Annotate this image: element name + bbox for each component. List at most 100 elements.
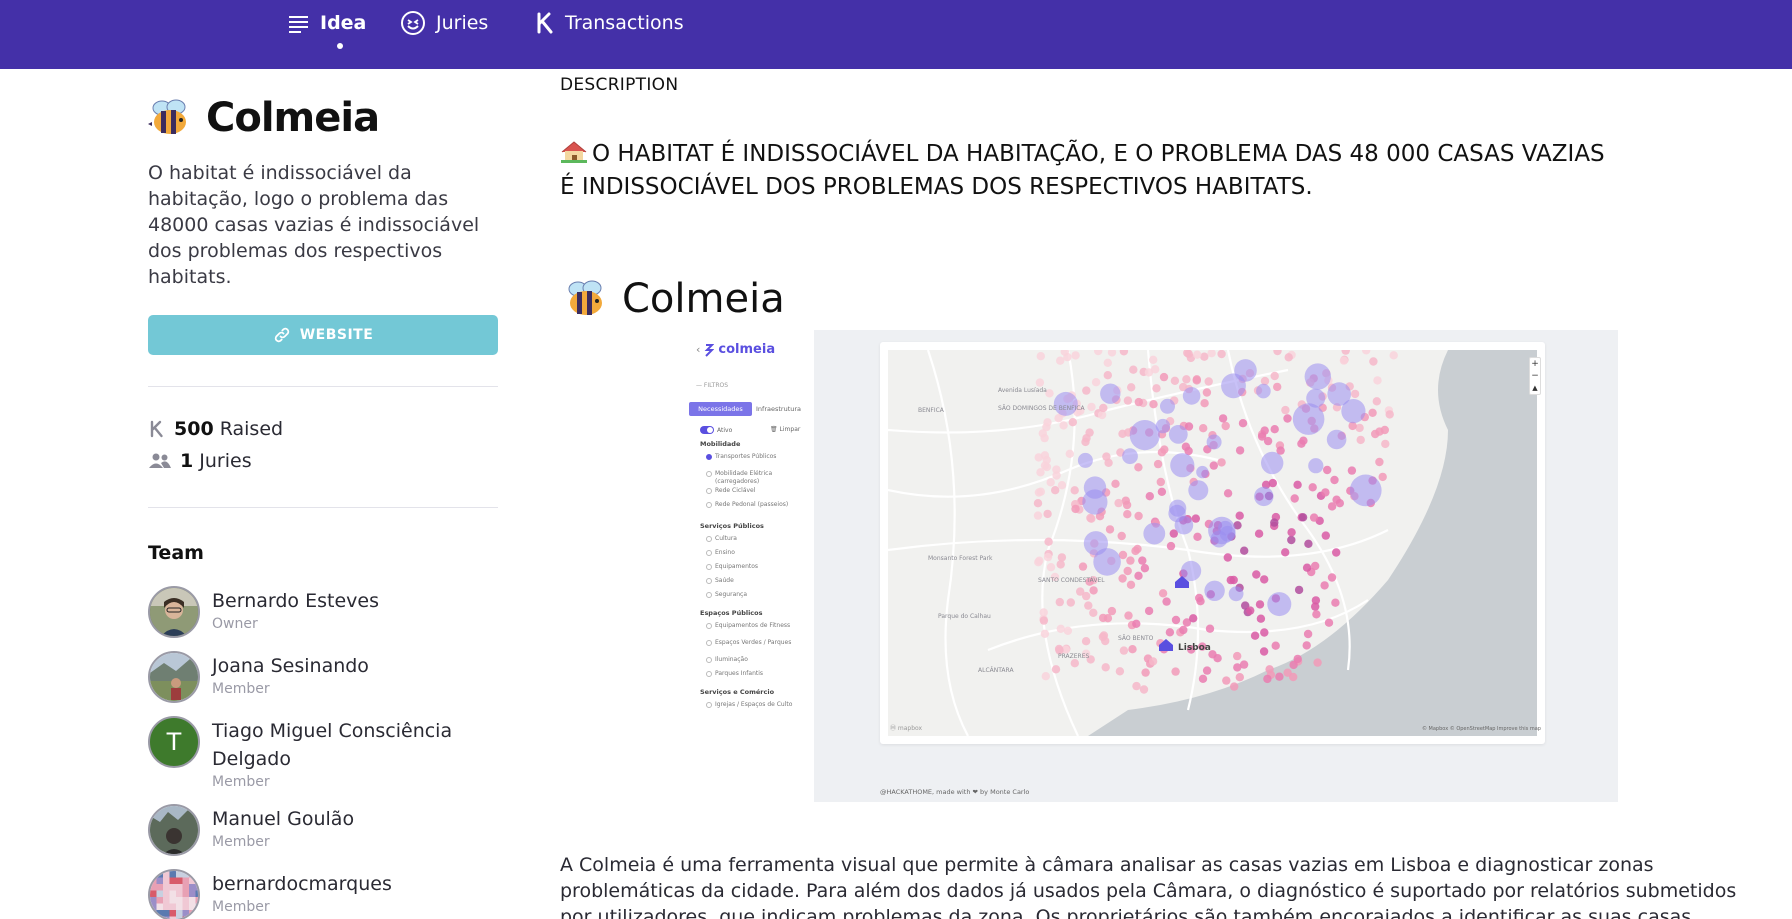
hex-bin <box>1199 424 1208 433</box>
hex-bin <box>1204 377 1213 386</box>
map-label: Monsanto Forest Park <box>928 555 993 562</box>
hex-bin <box>1134 397 1143 407</box>
nav-tab-idea[interactable]: Idea <box>288 8 366 38</box>
team-member[interactable]: T Tiago Miguel Consciência Delgado Membe… <box>148 716 502 791</box>
cluster-circle <box>1129 420 1160 451</box>
zoom-in-button: + <box>1531 359 1539 369</box>
team-member[interactable]: Joana Sesinando Member <box>148 651 369 703</box>
filter-option-label: Igrejas / Espaços de Culto <box>715 701 793 708</box>
cluster-circle <box>1292 403 1325 435</box>
hex-bin <box>1103 358 1112 367</box>
member-role: Member <box>212 774 270 790</box>
hex-bin <box>1303 629 1313 639</box>
hex-bin <box>1039 616 1049 625</box>
hex-bin <box>1089 608 1098 617</box>
hex-bin <box>1063 626 1073 635</box>
radio-icon <box>706 564 712 570</box>
hex-bin <box>1260 575 1269 584</box>
hex-bin <box>1033 511 1043 520</box>
hex-bin <box>1205 624 1215 633</box>
hex-bin <box>1139 685 1149 694</box>
hex-bin <box>1103 371 1112 380</box>
hex-bin <box>1235 511 1244 520</box>
map-attribution: © Mapbox © OpenStreetMap Improve this ma… <box>1421 726 1541 732</box>
filter-option-label: Saúde <box>715 577 734 584</box>
member-role: Member <box>212 899 270 915</box>
filter-option-label: Ensino <box>715 549 735 556</box>
hex-bin <box>1131 546 1140 556</box>
cluster-circle <box>1160 398 1175 414</box>
hex-bin <box>1046 478 1055 487</box>
hex-bin <box>1046 563 1056 572</box>
active-tab-indicator <box>337 43 343 49</box>
team-member[interactable]: bernardocmarques Member <box>148 869 392 919</box>
filter-option: Transportes Públicos <box>706 453 806 461</box>
nav-tab-juries[interactable]: Juries <box>400 8 488 38</box>
description-label: DESCRIPTION <box>560 75 679 95</box>
app-screenshot: ‹ colmeia — FILTROS Necessidades Infraes… <box>686 330 1618 802</box>
hex-bin <box>1339 356 1349 365</box>
filter-group-title: Serviços e Comércio <box>700 688 775 696</box>
hex-bin <box>1369 357 1378 366</box>
website-button[interactable]: WEBSITE <box>148 315 498 355</box>
hex-bin <box>1373 376 1382 385</box>
hex-bin <box>1223 489 1233 498</box>
nav-tab-transactions[interactable]: Transactions <box>535 8 684 38</box>
filter-option: Saúde <box>706 577 806 585</box>
hex-bin <box>1287 528 1296 537</box>
hex-bin <box>1191 514 1200 523</box>
hex-bin <box>1122 500 1132 510</box>
hex-bin <box>1087 402 1096 412</box>
member-role: Member <box>212 834 270 850</box>
cluster-circle <box>1168 504 1186 523</box>
hex-bin <box>1304 539 1313 548</box>
hex-bin <box>1229 575 1238 585</box>
cluster-circle <box>1326 429 1347 450</box>
filter-group-title: Serviços Públicos <box>700 522 764 530</box>
cluster-circle <box>1308 458 1324 474</box>
hex-bin <box>1252 570 1261 579</box>
hex-bin <box>1057 553 1067 562</box>
section-title: Colmeia <box>564 276 785 322</box>
filter-tab-active: Necessidades <box>689 402 752 416</box>
hex-bin <box>1320 581 1329 590</box>
cluster-circle <box>1083 531 1108 556</box>
raised-stat: 500 Raised <box>148 418 283 440</box>
hex-bin <box>1144 606 1154 616</box>
map-label: BENFICA <box>918 407 945 414</box>
hex-bin <box>1198 674 1208 683</box>
hex-bin <box>1123 510 1132 519</box>
member-name: Manuel Goulão <box>212 808 355 830</box>
hex-bin <box>1218 414 1228 423</box>
cluster-circle <box>1143 522 1166 545</box>
hex-bin <box>1166 541 1176 551</box>
hex-bin <box>1294 585 1304 595</box>
team-member[interactable]: Bernardo Esteves Owner <box>148 586 379 638</box>
team-member[interactable]: Manuel Goulão Member <box>148 804 354 856</box>
hex-bin <box>1033 499 1043 508</box>
juries-label: Juries <box>199 450 252 472</box>
cluster-circle <box>1267 592 1292 617</box>
smiley-icon <box>401 11 425 35</box>
radio-icon <box>706 536 712 542</box>
hex-bin <box>1332 548 1341 557</box>
hex-bin <box>1260 426 1269 435</box>
radio-icon <box>706 657 712 663</box>
hex-bin <box>1148 657 1158 666</box>
hex-bin <box>1273 382 1282 392</box>
filter-option: Rede Pedonal (passeios) <box>706 501 806 509</box>
hex-bin <box>1101 663 1110 672</box>
cluster-circle <box>1261 451 1284 475</box>
radio-icon <box>706 578 712 584</box>
hex-bin <box>1089 586 1098 595</box>
hex-bin <box>1217 350 1226 359</box>
hex-bin <box>1123 566 1132 576</box>
nav-tab-idea-label: Idea <box>320 12 367 34</box>
filter-option: Igrejas / Espaços de Culto <box>706 701 806 709</box>
website-button-label: WEBSITE <box>299 327 374 343</box>
hex-bin <box>1246 606 1255 615</box>
hex-bin <box>1055 597 1064 607</box>
hex-bin <box>1260 628 1269 637</box>
map-card: SÃO DOMINGOS DE BENFICA BENFICA Avenida Lu… <box>880 342 1545 744</box>
hex-bin <box>1107 606 1117 616</box>
